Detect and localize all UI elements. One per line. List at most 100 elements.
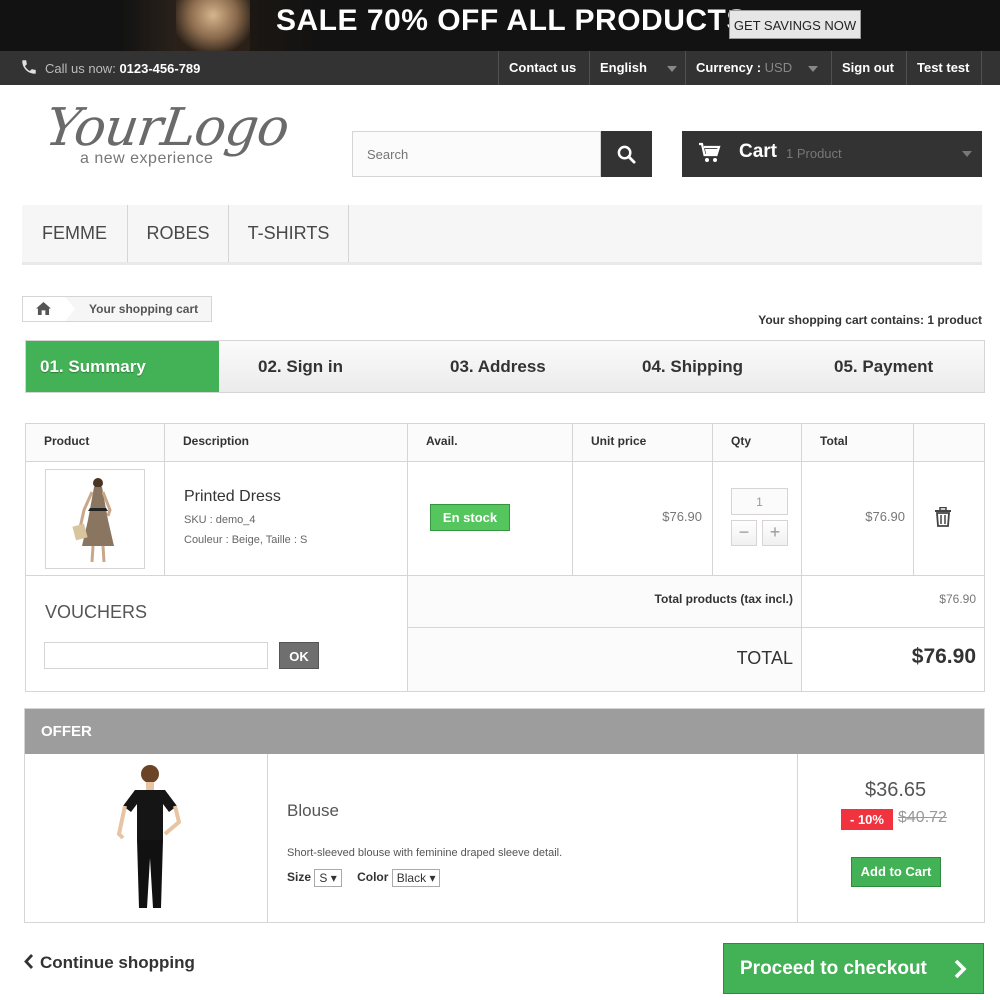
- currency-selector[interactable]: Currency : USD: [685, 51, 831, 85]
- account-name: Test test: [917, 60, 970, 75]
- breadcrumb: Your shopping cart: [22, 296, 212, 322]
- breadcrumb-current: Your shopping cart: [89, 302, 199, 316]
- plus-icon: +: [769, 522, 781, 542]
- total-products-value-cell: $76.90: [802, 576, 984, 628]
- quantity-input[interactable]: [731, 488, 788, 515]
- grand-total-value: $76.90: [911, 645, 976, 668]
- sign-out-label: Sign out: [842, 60, 894, 75]
- offer-description: Short-sleeved blouse with feminine drape…: [287, 847, 563, 859]
- offer-product-name[interactable]: Blouse: [287, 801, 339, 821]
- grand-total-value-cell: $76.90: [802, 628, 984, 691]
- get-savings-button[interactable]: GET SAVINGS NOW: [729, 10, 861, 39]
- product-name-link[interactable]: Printed Dress: [184, 488, 281, 506]
- step-address[interactable]: 03. Address: [436, 341, 546, 392]
- checkout-steps: 01. Summary 02. Sign in 03. Address 04. …: [25, 340, 985, 393]
- size-label: Size: [287, 870, 312, 885]
- trash-icon[interactable]: [934, 507, 952, 527]
- search-input[interactable]: [353, 132, 600, 176]
- product-description-cell: Printed Dress SKU : demo_4 Couleur : Bei…: [165, 462, 408, 576]
- chevron-down-icon: [666, 65, 677, 72]
- offer-old-price: $40.72: [898, 809, 947, 826]
- cart-icon: [699, 142, 721, 162]
- header-unit-price: Unit price: [573, 424, 713, 462]
- offer-price: $36.65: [865, 779, 927, 801]
- total-products-label-cell: Total products (tax incl.): [408, 576, 802, 628]
- total-products-label: Total products (tax incl.): [654, 592, 793, 606]
- sign-out-link[interactable]: Sign out: [831, 51, 906, 85]
- proceed-to-checkout-button[interactable]: Proceed to checkout: [723, 943, 984, 994]
- chevron-down-icon: [962, 151, 972, 157]
- contact-us-label: Contact us: [509, 60, 577, 75]
- cart-dropdown[interactable]: Cart 1 Product: [682, 131, 982, 177]
- menu-item-femme[interactable]: FEMME: [22, 205, 128, 262]
- voucher-ok-button[interactable]: OK: [279, 642, 319, 669]
- offer-header: OFFER: [25, 709, 984, 754]
- qty-cell: [713, 462, 802, 576]
- phone-number: 0123-456-789: [119, 61, 201, 76]
- product-attributes: Couleur : Beige, Taille : S: [184, 534, 308, 546]
- step-summary: 01. Summary: [26, 341, 219, 392]
- search-box: [352, 131, 601, 177]
- header-total: Total: [802, 424, 914, 462]
- menu-item-robes[interactable]: ROBES: [128, 205, 229, 262]
- color-select[interactable]: Black ▾: [391, 869, 441, 887]
- voucher-code-input[interactable]: [44, 642, 268, 669]
- chevron-down-icon: [807, 65, 818, 72]
- qty-increase-button[interactable]: +: [762, 520, 788, 546]
- unit-price: $76.90: [662, 509, 702, 524]
- continue-shopping-label: Continue shopping: [40, 953, 195, 972]
- offer-product-image[interactable]: [95, 760, 205, 918]
- banner-model-image: [176, 0, 250, 51]
- delete-cell: [914, 462, 984, 576]
- dress-model-image: [72, 478, 114, 563]
- size-value: S: [319, 871, 328, 885]
- step-sign-in[interactable]: 02. Sign in: [244, 341, 343, 392]
- breadcrumb-home[interactable]: [23, 297, 75, 321]
- currency-value: USD: [764, 60, 793, 75]
- continue-shopping-link[interactable]: Continue shopping: [24, 953, 195, 979]
- vouchers-title: VOUCHERS: [45, 602, 148, 622]
- unit-price-cell: $76.90: [573, 462, 713, 576]
- phone-icon: [22, 60, 36, 74]
- category-menu: FEMME ROBES T-SHIRTS: [22, 205, 982, 265]
- offer-options: Size S ▾ Color Black ▾: [287, 869, 441, 887]
- size-select[interactable]: S ▾: [314, 869, 342, 887]
- cart-count: 1 Product: [786, 146, 842, 161]
- search-icon: [617, 145, 636, 164]
- account-link[interactable]: Test test: [906, 51, 982, 85]
- home-icon: [36, 302, 51, 315]
- add-to-cart-button[interactable]: Add to Cart: [851, 857, 941, 887]
- currency-label: Currency :: [696, 60, 762, 75]
- language-label: English: [600, 60, 647, 75]
- checkout-label: Proceed to checkout: [740, 958, 927, 979]
- grand-total-label-cell: TOTAL: [408, 628, 802, 691]
- step-shipping[interactable]: 04. Shipping: [628, 341, 743, 392]
- header-availability: Avail.: [408, 424, 573, 462]
- contact-us-link[interactable]: Contact us: [498, 51, 589, 85]
- blouse-model-image: [116, 765, 182, 908]
- total-products-value: $76.90: [939, 592, 976, 606]
- menu-item-tshirts[interactable]: T-SHIRTS: [229, 205, 349, 262]
- promo-banner[interactable]: SALE 70% OFF ALL PRODUCTS GET SAVINGS NO…: [0, 0, 1000, 51]
- discount-badge: - 10%: [841, 809, 893, 830]
- header-product: Product: [26, 424, 165, 462]
- total-cell: $76.90: [802, 462, 914, 576]
- color-label: Color: [357, 870, 389, 885]
- qty-decrease-button[interactable]: −: [731, 520, 757, 546]
- product-image[interactable]: [45, 469, 145, 569]
- divider: [797, 754, 798, 922]
- chevron-left-icon: [24, 954, 34, 969]
- site-logo[interactable]: YourLogo a new experience: [42, 98, 294, 173]
- step-payment[interactable]: 05. Payment: [820, 341, 933, 392]
- grand-total-label: TOTAL: [736, 648, 793, 668]
- language-selector[interactable]: English: [589, 51, 685, 85]
- vouchers-cell: VOUCHERS: [26, 576, 408, 691]
- line-total: $76.90: [865, 509, 905, 524]
- top-nav-bar: Call us now: 0123-456-789 Contact us Eng…: [0, 51, 1000, 85]
- availability-badge: En stock: [430, 504, 510, 531]
- color-value: Black: [396, 871, 427, 885]
- minus-icon: −: [738, 522, 750, 542]
- banner-headline: SALE 70% OFF ALL PRODUCTS: [276, 4, 747, 37]
- call-label: Call us now:: [45, 61, 116, 76]
- search-button[interactable]: [601, 131, 652, 177]
